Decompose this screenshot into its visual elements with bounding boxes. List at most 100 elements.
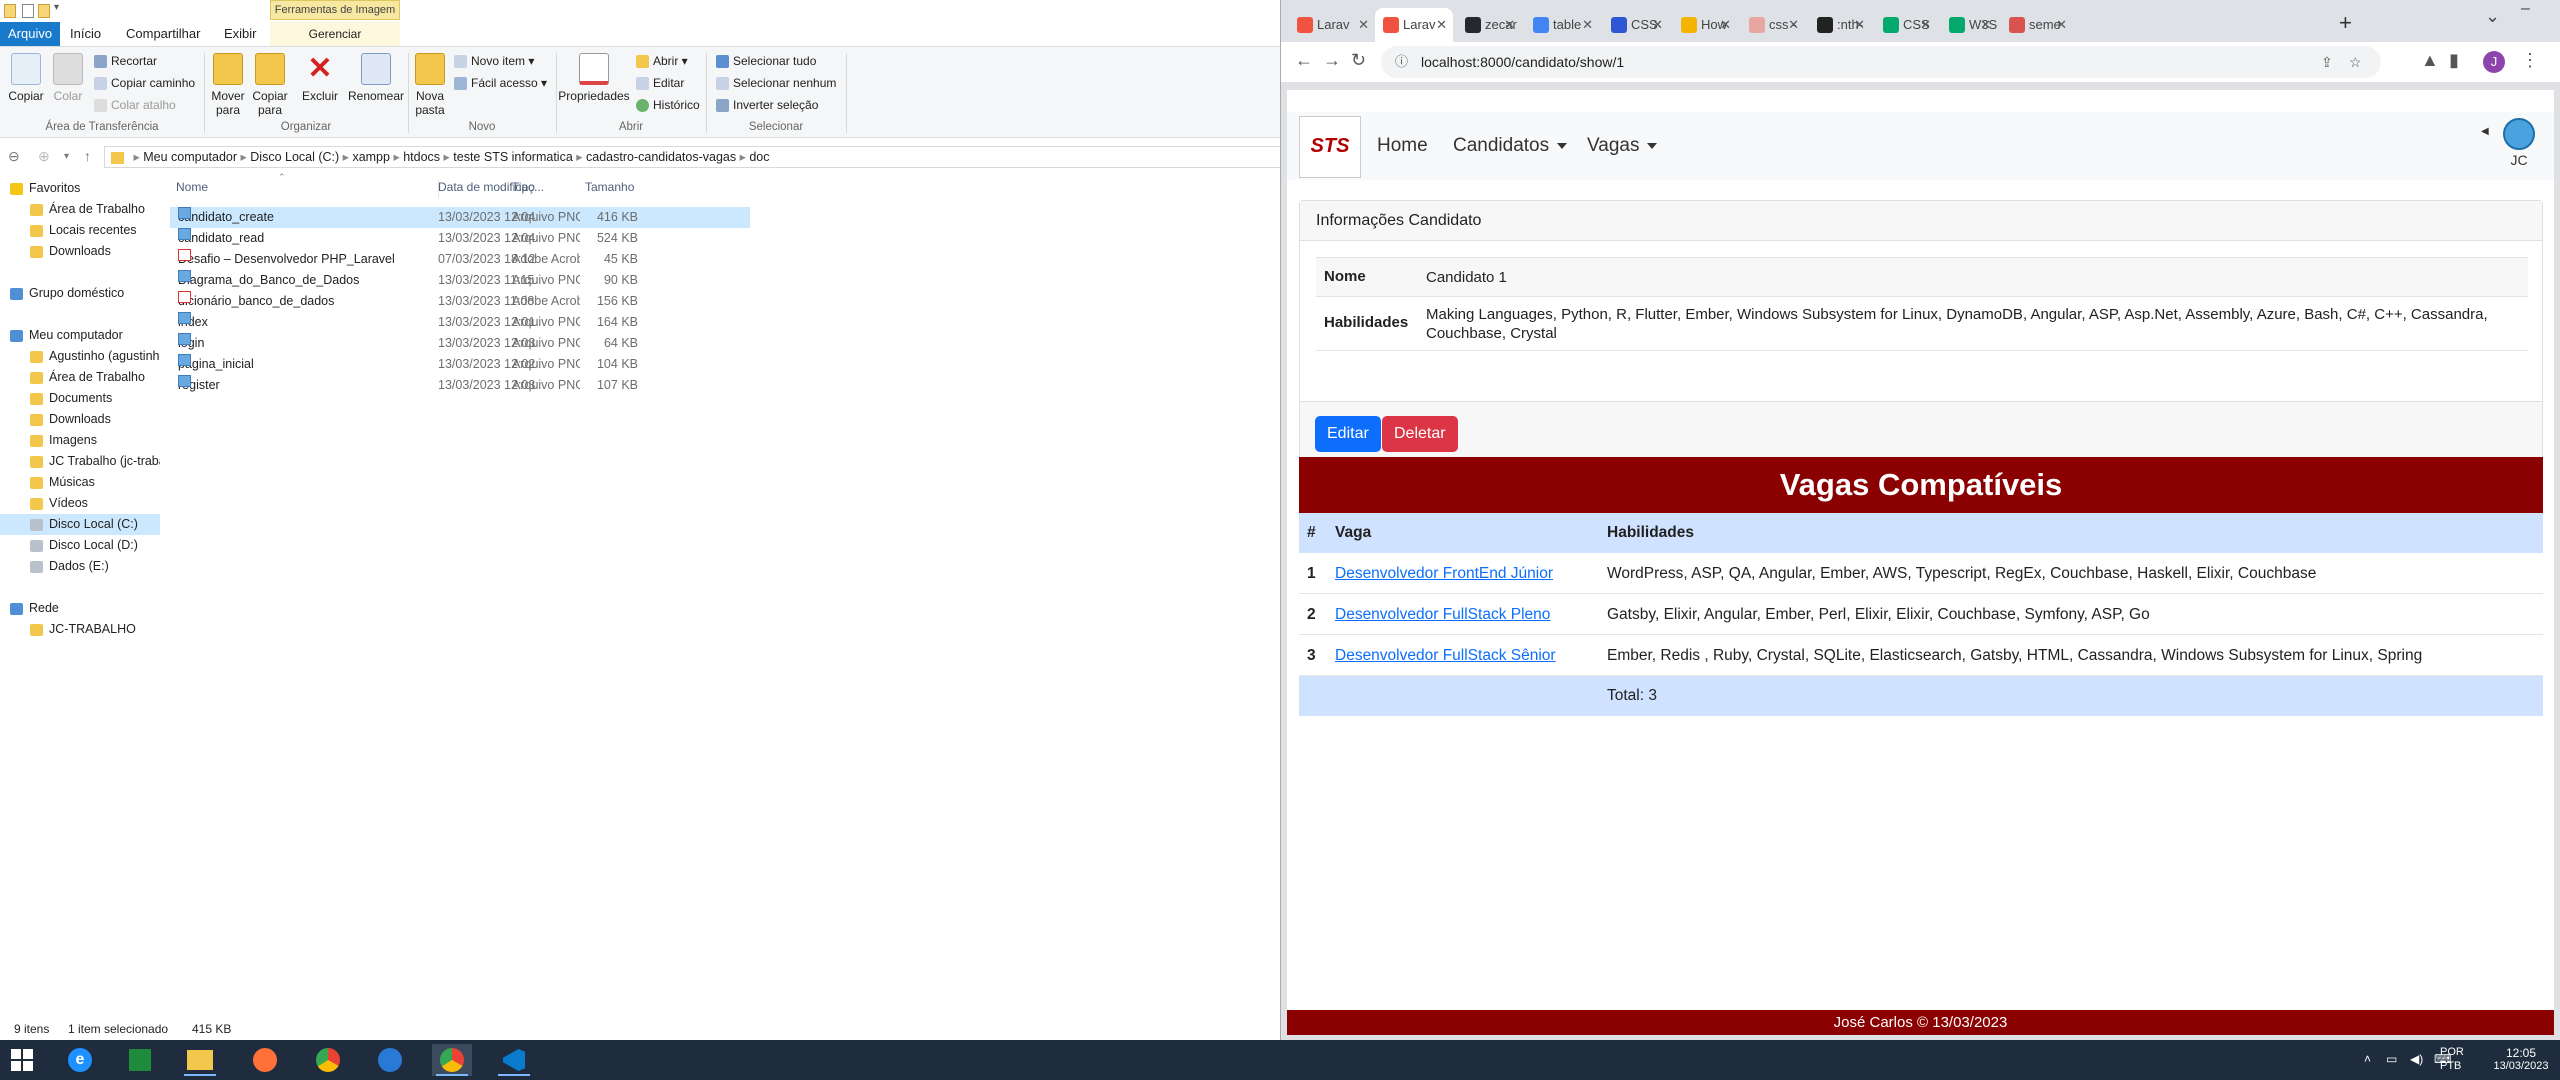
address-bar[interactable]: ⓘ localhost:8000/candidato/show/1 ⇪ ☆ — [1381, 46, 2381, 78]
colar-button[interactable]: Colar — [50, 53, 86, 103]
menu-dots-icon[interactable]: ⋮ — [2521, 50, 2539, 71]
caret-left-icon[interactable]: ◀ — [2481, 126, 2489, 137]
language-code[interactable]: POR — [2440, 1046, 2464, 1058]
vscode-app[interactable] — [494, 1044, 534, 1076]
extensions-icon[interactable]: ▲ — [2421, 50, 2439, 71]
browser-tab[interactable]: W3Sc✕ — [1941, 8, 1997, 42]
selecionar-tudo-button[interactable]: Selecionar tudo — [716, 51, 816, 71]
browser-tab[interactable]: css - ✕ — [1741, 8, 1805, 42]
tab-arquivo[interactable]: Arquivo — [0, 22, 61, 46]
tab-close-icon[interactable]: ✕ — [1652, 8, 1663, 42]
vaga-link[interactable]: Desenvolvedor FullStack Sênior — [1335, 647, 1556, 664]
forward-icon[interactable]: ⊕ — [38, 148, 50, 165]
browser-tab[interactable]: How ✕ — [1673, 8, 1737, 42]
tab-close-icon[interactable]: ✕ — [2056, 8, 2067, 42]
file-row[interactable]: login 13/03/2023 12:03 Arquivo PNG 64 KB — [170, 333, 750, 354]
tab-close-icon[interactable]: ✕ — [1854, 8, 1865, 42]
nav-item[interactable]: Disco Local (D:) — [0, 535, 160, 556]
tab-close-icon[interactable]: ✕ — [1720, 8, 1731, 42]
network-icon[interactable]: ▭ — [2386, 1052, 2397, 1066]
browser-tab[interactable]: Larav ✕ — [1289, 8, 1375, 42]
breadcrumb-item[interactable]: Disco Local (C:) — [250, 150, 339, 164]
nav-item[interactable]: Agustinho (agustinh — [0, 346, 160, 367]
file-row[interactable]: Diagrama_do_Banco_de_Dados 13/03/2023 11:… — [170, 270, 750, 291]
chrome-app[interactable] — [308, 1044, 348, 1076]
copiar-button[interactable]: Copiar — [6, 53, 46, 103]
nav-item[interactable]: Meu computador — [0, 325, 160, 346]
propriedades-button[interactable]: Propriedades — [558, 53, 630, 103]
file-row[interactable]: candidato_create 13/03/2023 12:04 Arquivo … — [170, 207, 750, 228]
star-icon[interactable]: ☆ — [2349, 46, 2362, 78]
nav-item[interactable]: Vídeos — [0, 493, 160, 514]
breadcrumb-item[interactable]: htdocs — [403, 150, 440, 164]
nav-item[interactable]: Imagens — [0, 430, 160, 451]
browser-tab[interactable]: table ✕ — [1525, 8, 1599, 42]
tab-close-icon[interactable]: ✕ — [1582, 8, 1593, 42]
nav-item[interactable]: Área de Trabalho — [0, 367, 160, 388]
nova-pasta-button[interactable]: Nova pasta — [412, 53, 448, 117]
nav-item[interactable]: Músicas — [0, 472, 160, 493]
novo-item-button[interactable]: Novo item ▾ — [454, 51, 534, 71]
nav-item[interactable]: JC-TRABALHO — [0, 619, 160, 640]
mover-para-button[interactable]: Mover para — [208, 53, 248, 117]
breadcrumb-item[interactable]: xampp — [352, 150, 390, 164]
browser-tab[interactable]: zecar ✕ — [1457, 8, 1521, 42]
nav-item[interactable]: Disco Local (C:) — [0, 514, 160, 535]
thunderbird-app[interactable] — [370, 1044, 410, 1076]
recent-dropdown-icon[interactable]: ▾ — [64, 151, 69, 162]
breadcrumb-item[interactable]: cadastro-candidatos-vagas — [586, 150, 736, 164]
breadcrumb-item[interactable]: teste STS informatica — [453, 150, 573, 164]
qat-dropdown-icon[interactable]: ▾ — [54, 2, 59, 13]
brand-logo[interactable]: STS — [1299, 116, 1361, 178]
tray-chevron-icon[interactable]: ˄ — [2364, 1052, 2371, 1066]
profile-avatar[interactable]: J — [2483, 51, 2505, 73]
column-size[interactable]: Tamanho — [585, 180, 634, 194]
clock-date[interactable]: 13/03/2023 — [2490, 1060, 2552, 1072]
copiar-caminho-button[interactable]: Copiar caminho — [94, 73, 195, 93]
up-arrow-icon[interactable]: ↑ — [84, 148, 91, 164]
tab-search-icon[interactable]: ⌄ — [2485, 6, 2500, 27]
copiar-para-button[interactable]: Copiar para — [250, 53, 290, 117]
file-row[interactable]: candidato_read 13/03/2023 12:04 Arquivo PN… — [170, 228, 750, 249]
facil-acesso-button[interactable]: Fácil acesso ▾ — [454, 73, 547, 93]
browser-tab[interactable]: :nth- ✕ — [1809, 8, 1871, 42]
language-layout[interactable]: PTB — [2440, 1060, 2461, 1072]
editar-button[interactable]: Editar — [636, 73, 684, 93]
nav-item[interactable]: Downloads — [0, 241, 160, 262]
tab-close-icon[interactable]: ✕ — [1504, 8, 1515, 42]
breadcrumb[interactable]: ▸ Meu computador ▸ Disco Local (C:) ▸ xa… — [104, 146, 1280, 168]
nav-item[interactable]: Grupo doméstico — [0, 283, 160, 304]
back-arrow-icon[interactable]: ← — [1295, 50, 1313, 71]
volume-icon[interactable]: ◀) — [2410, 1052, 2423, 1066]
browser-tab[interactable]: Larav ✕ — [1375, 8, 1453, 42]
file-row[interactable]: index 13/03/2023 12:01 Arquivo PNG 164 KB — [170, 312, 750, 333]
colar-atalho-button[interactable]: Colar atalho — [94, 95, 176, 115]
file-row[interactable]: Desafio – Desenvolvedor PHP_Laravel 07/03… — [170, 249, 750, 270]
vaga-link[interactable]: Desenvolvedor FullStack Pleno — [1335, 606, 1550, 623]
abrir-button[interactable]: Abrir ▾ — [636, 51, 688, 71]
tab-close-icon[interactable]: ✕ — [1980, 8, 1991, 42]
excel-app[interactable] — [120, 1044, 160, 1076]
tab-close-icon[interactable]: ✕ — [1436, 8, 1447, 42]
browser-tab[interactable]: CSS ✕ — [1603, 8, 1669, 42]
breadcrumb-item[interactable]: doc — [749, 150, 769, 164]
renomear-button[interactable]: Renomear — [346, 53, 406, 103]
file-explorer-app[interactable] — [180, 1044, 220, 1076]
browser-tab[interactable]: seme ✕ — [2001, 8, 2073, 42]
nav-item[interactable]: JC Trabalho (jc-traba — [0, 451, 160, 472]
user-avatar[interactable] — [2503, 118, 2535, 150]
info-icon[interactable]: ⓘ — [1395, 46, 1408, 78]
nav-candidatos[interactable]: Candidatos — [1453, 112, 1568, 180]
tab-close-icon[interactable]: ✕ — [1358, 8, 1369, 42]
file-row[interactable]: register 13/03/2023 12:03 Arquivo PNG 107 K… — [170, 375, 750, 396]
start-button[interactable] — [2, 1044, 42, 1076]
tab-close-icon[interactable]: ✕ — [1920, 8, 1931, 42]
firefox-app[interactable] — [245, 1044, 285, 1076]
excluir-button[interactable]: ✕ Excluir — [298, 53, 342, 104]
share-icon[interactable]: ⇪ — [2321, 46, 2333, 78]
nav-item[interactable]: Dados (E:) — [0, 556, 160, 577]
nav-item[interactable]: Área de Trabalho — [0, 199, 160, 220]
reload-icon[interactable]: ↻ — [1351, 50, 1366, 71]
tab-exibir[interactable]: Exibir — [216, 22, 265, 46]
nav-item[interactable]: Downloads — [0, 409, 160, 430]
